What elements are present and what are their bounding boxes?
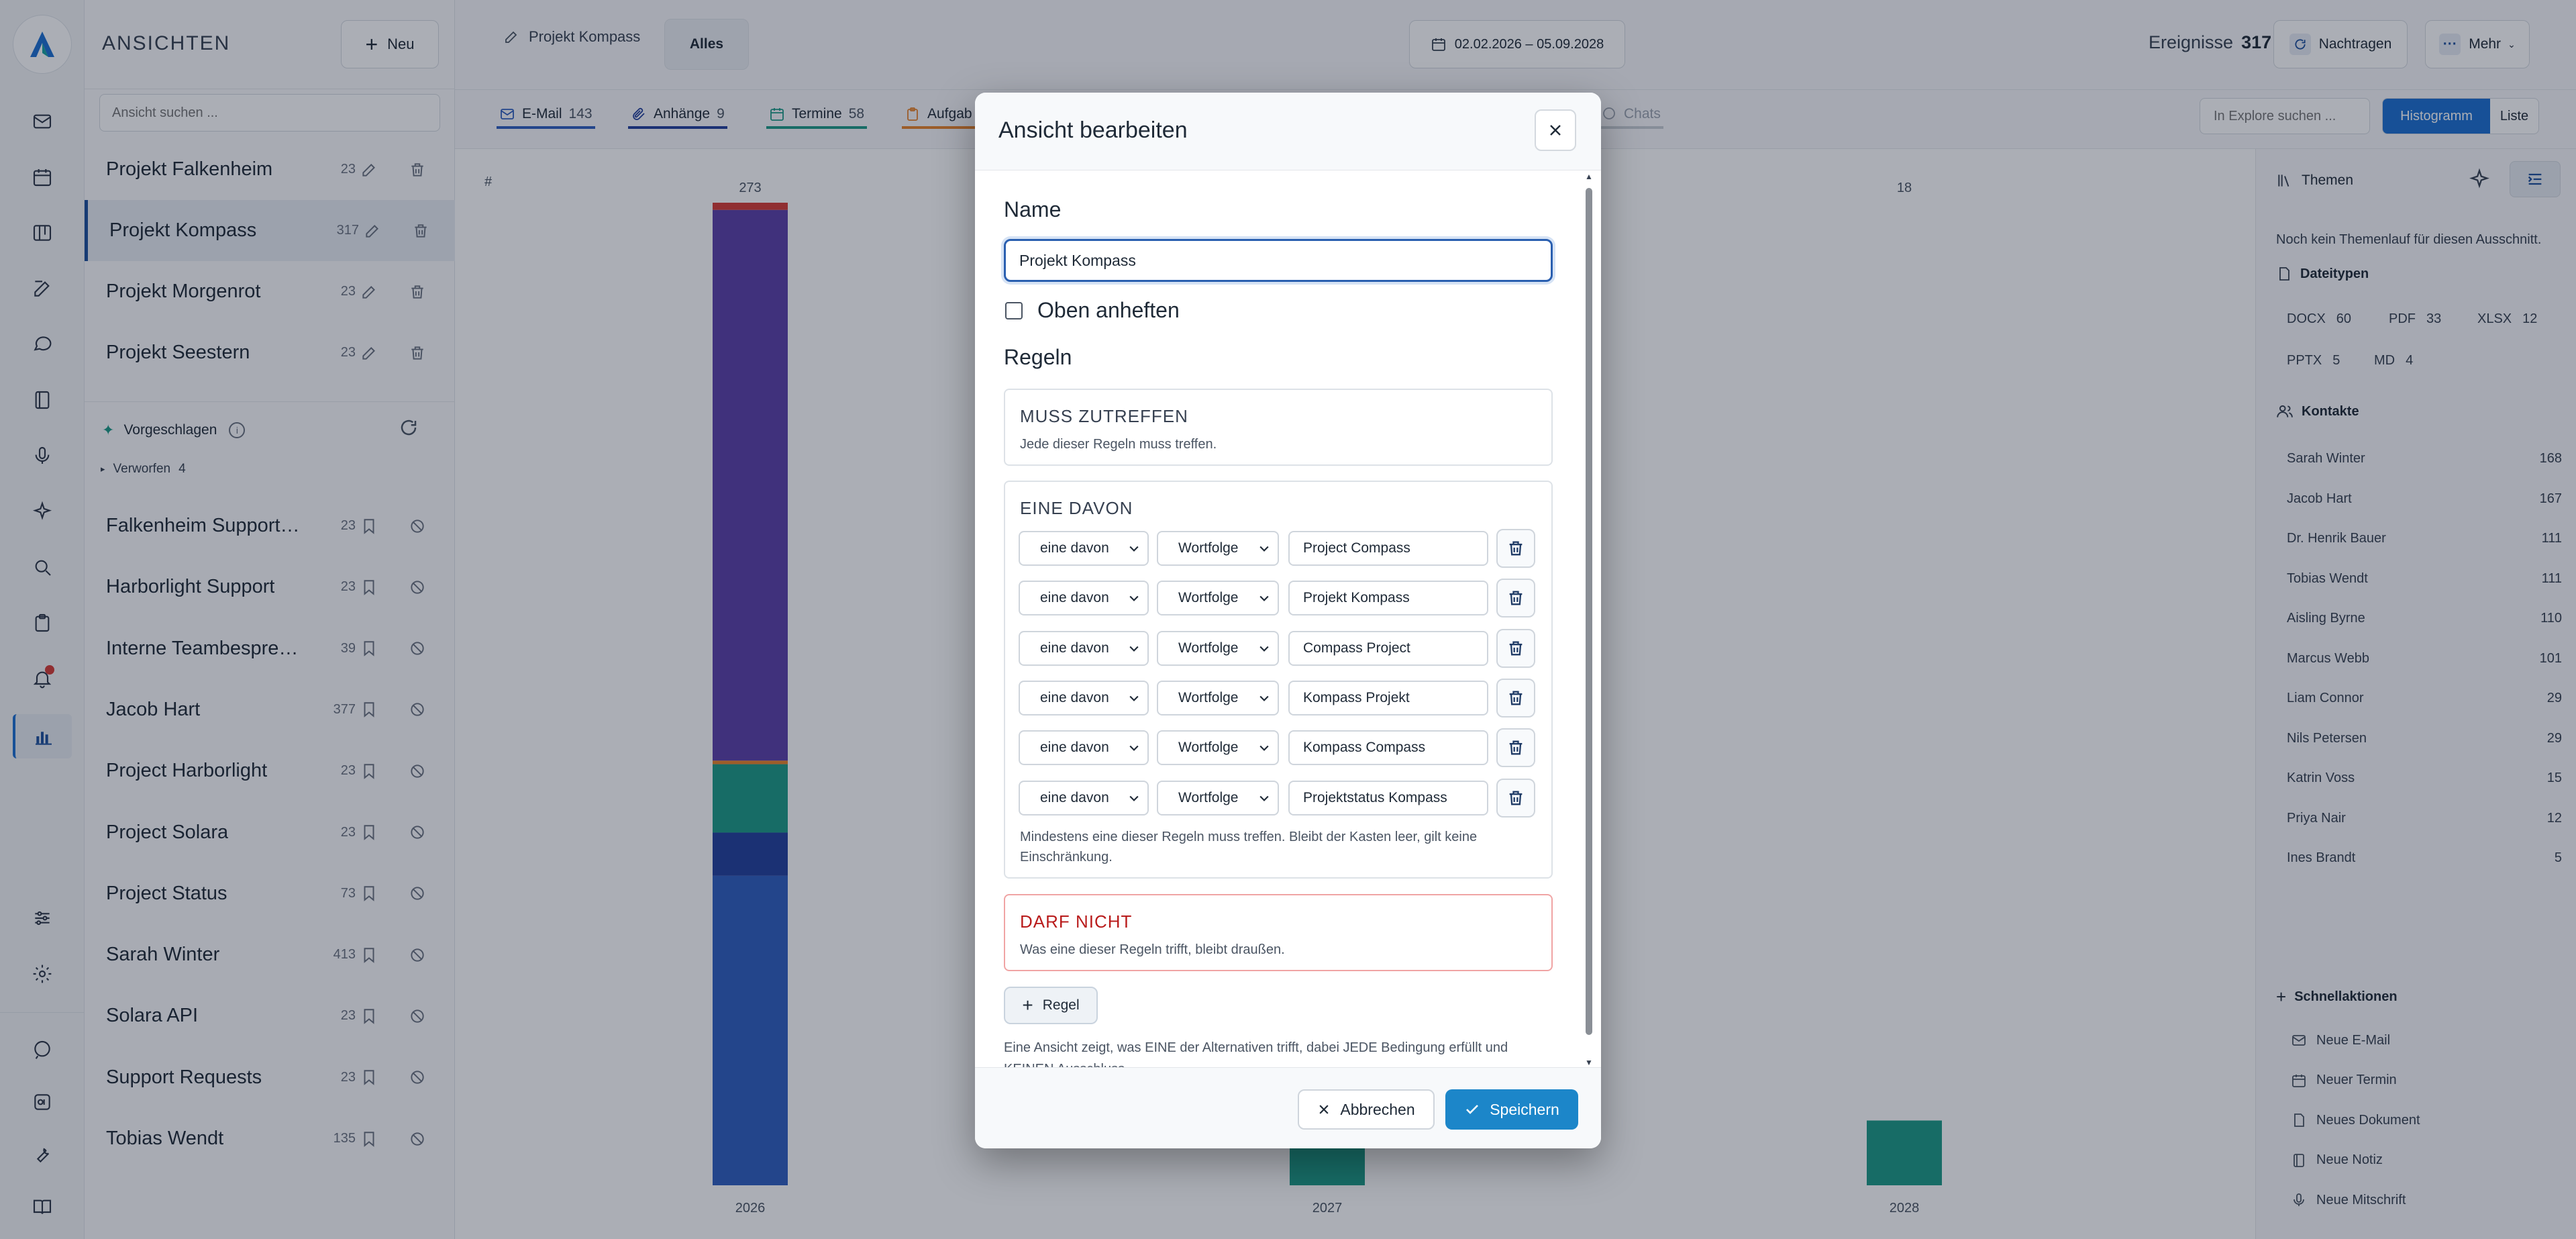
rule-value-input[interactable]: Projekt Kompass <box>1288 581 1488 616</box>
rules-label: Regeln <box>1004 345 1072 369</box>
rule-row: eine davon Wortfolge Compass Project <box>1005 628 1553 668</box>
name-input[interactable] <box>1004 239 1553 282</box>
rule-row: eine davon Wortfolge Kompass Compass <box>1005 728 1553 768</box>
any-of-desc: Mindestens eine dieser Regeln muss treff… <box>1020 827 1477 867</box>
rule-row: eine davon Wortfolge Projekt Kompass <box>1005 579 1553 618</box>
chevron-down-icon <box>1257 642 1271 655</box>
rule-mode-select[interactable]: eine davon <box>1019 531 1149 566</box>
rule-mode-value: eine davon <box>1040 590 1109 606</box>
chevron-down-icon <box>1127 642 1141 655</box>
dialog-scrollbar[interactable]: ▲ ▼ <box>1585 172 1593 1067</box>
rule-mode-select[interactable]: eine davon <box>1019 730 1149 766</box>
must-not-desc: Was eine dieser Regeln trifft, bleibt dr… <box>1020 942 1285 957</box>
rule-row: eine davon Wortfolge Projektstatus Kompass <box>1005 778 1553 817</box>
chevron-down-icon <box>1257 591 1271 605</box>
rule-type-value: Wortfolge <box>1178 590 1239 606</box>
rule-mode-value: eine davon <box>1040 640 1109 656</box>
rule-value-input[interactable]: Projektstatus Kompass <box>1288 780 1488 815</box>
chevron-down-icon <box>1257 542 1271 555</box>
rule-mode-select[interactable]: eine davon <box>1019 581 1149 616</box>
rule-type-select[interactable]: Wortfolge <box>1157 730 1279 766</box>
chevron-down-icon <box>1127 691 1141 705</box>
trash-icon[interactable] <box>1496 579 1535 618</box>
pin-checkbox[interactable] <box>1005 301 1023 319</box>
add-rule-label: Regel <box>1042 997 1080 1013</box>
rule-mode-value: eine davon <box>1040 789 1109 805</box>
rule-type-select[interactable]: Wortfolge <box>1157 630 1279 666</box>
rule-value-input[interactable]: Project Compass <box>1288 531 1488 566</box>
rule-type-value: Wortfolge <box>1178 740 1239 756</box>
rule-value-input[interactable]: Kompass Projekt <box>1288 680 1488 715</box>
must-not-title: DARF NICHT <box>1020 911 1133 932</box>
rule-value-text: Projekt Kompass <box>1303 590 1410 606</box>
rule-value-input[interactable]: Kompass Compass <box>1288 730 1488 766</box>
rule-type-value: Wortfolge <box>1178 640 1239 656</box>
rule-mode-value: eine davon <box>1040 740 1109 756</box>
rule-mode-value: eine davon <box>1040 540 1109 556</box>
any-of-box: EINE DAVON eine davon Wortfolge Project Co… <box>1004 481 1553 879</box>
close-icon <box>1317 1103 1331 1116</box>
rule-type-value: Wortfolge <box>1178 689 1239 705</box>
rule-type-value: Wortfolge <box>1178 789 1239 805</box>
chevron-down-icon <box>1127 591 1141 605</box>
edit-view-dialog: Ansicht bearbeiten Name Oben anheften Re… <box>975 93 1601 1148</box>
rule-type-select[interactable]: Wortfolge <box>1157 780 1279 815</box>
footnote-line: Eine Ansicht zeigt, was EINE der Alterna… <box>1004 1040 1508 1055</box>
rule-value-input[interactable]: Compass Project <box>1288 630 1488 666</box>
trash-icon[interactable] <box>1496 778 1535 817</box>
close-icon[interactable] <box>1535 109 1576 151</box>
rule-type-value: Wortfolge <box>1178 540 1239 556</box>
rule-value-text: Kompass Projekt <box>1303 689 1410 705</box>
scrollbar-thumb[interactable] <box>1586 188 1592 1035</box>
trash-icon[interactable] <box>1496 678 1535 717</box>
pin-option[interactable]: Oben anheften <box>1005 298 1180 323</box>
dialog-title: Ansicht bearbeiten <box>998 117 1188 143</box>
dialog-footer: Abbrechen Speichern <box>975 1067 1601 1148</box>
name-label: Name <box>1004 197 1062 221</box>
pin-label: Oben anheften <box>1037 298 1180 322</box>
must-not-box: DARF NICHT Was eine dieser Regeln trifft… <box>1004 894 1553 971</box>
rule-mode-value: eine davon <box>1040 689 1109 705</box>
trash-icon[interactable] <box>1496 529 1535 568</box>
chevron-down-icon <box>1127 791 1141 805</box>
scroll-up-arrow[interactable]: ▲ <box>1585 172 1593 181</box>
any-of-desc-line: Mindestens eine dieser Regeln muss treff… <box>1020 830 1478 844</box>
rule-mode-select[interactable]: eine davon <box>1019 630 1149 666</box>
chevron-down-icon <box>1257 741 1271 754</box>
any-of-title: EINE DAVON <box>1020 498 1133 518</box>
must-match-title: MUSS ZUTREFFEN <box>1020 406 1188 426</box>
trash-icon[interactable] <box>1496 628 1535 668</box>
rule-type-select[interactable]: Wortfolge <box>1157 531 1279 566</box>
must-match-box: MUSS ZUTREFFEN Jede dieser Regeln muss t… <box>1004 389 1553 466</box>
plus-icon: + <box>1022 995 1033 1015</box>
rule-row: eine davon Wortfolge Kompass Projekt <box>1005 678 1553 717</box>
rule-value-text: Projektstatus Kompass <box>1303 789 1447 805</box>
scroll-down-arrow[interactable]: ▼ <box>1585 1058 1593 1067</box>
rule-value-text: Kompass Compass <box>1303 740 1426 756</box>
rule-value-text: Project Compass <box>1303 540 1410 556</box>
add-rule-button[interactable]: + Regel <box>1004 987 1098 1024</box>
cancel-button[interactable]: Abbrechen <box>1298 1089 1435 1130</box>
rule-type-select[interactable]: Wortfolge <box>1157 680 1279 715</box>
rule-type-select[interactable]: Wortfolge <box>1157 581 1279 616</box>
chevron-down-icon <box>1127 542 1141 555</box>
must-match-desc: Jede dieser Regeln muss treffen. <box>1020 437 1217 452</box>
rule-value-text: Compass Project <box>1303 640 1410 656</box>
dialog-header: Ansicht bearbeiten <box>975 93 1601 170</box>
rule-mode-select[interactable]: eine davon <box>1019 780 1149 815</box>
check-icon <box>1464 1101 1480 1118</box>
any-of-desc-line: Einschränkung. <box>1020 850 1113 864</box>
chevron-down-icon <box>1257 791 1271 805</box>
save-label: Speichern <box>1490 1100 1559 1118</box>
rule-row: eine davon Wortfolge Project Compass <box>1005 529 1553 568</box>
save-button[interactable]: Speichern <box>1445 1089 1578 1130</box>
trash-icon[interactable] <box>1496 728 1535 768</box>
chevron-down-icon <box>1257 691 1271 705</box>
rule-mode-select[interactable]: eine davon <box>1019 680 1149 715</box>
chevron-down-icon <box>1127 741 1141 754</box>
cancel-label: Abbrechen <box>1340 1100 1415 1118</box>
